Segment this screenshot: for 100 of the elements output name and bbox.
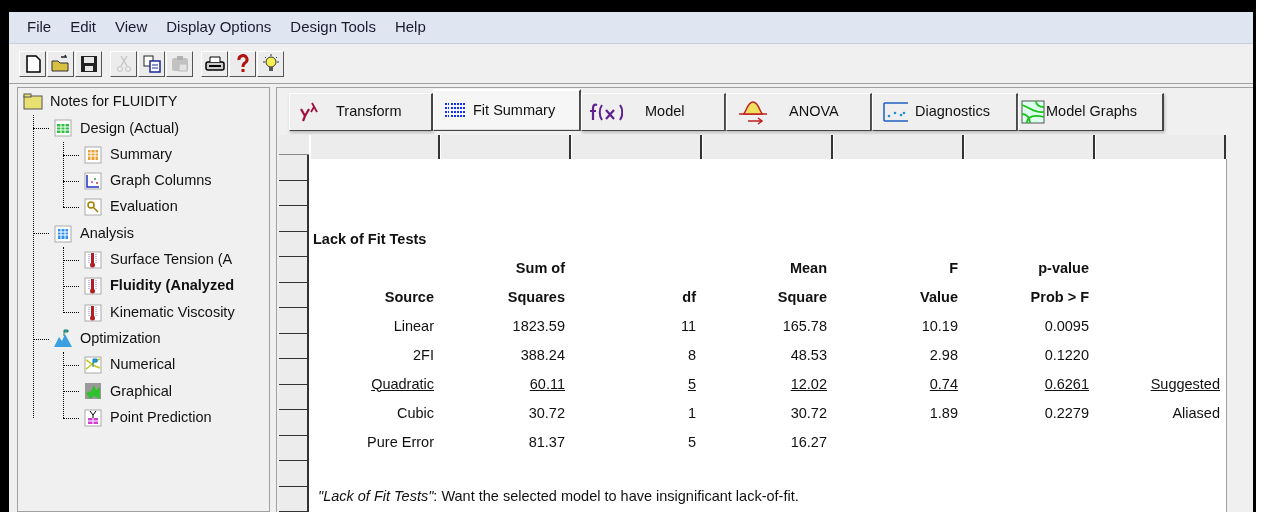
- point-grid-icon: [83, 407, 103, 428]
- tree-item[interactable]: Numerical: [110, 354, 176, 376]
- menu-item[interactable]: Design Tools: [290, 16, 376, 39]
- column-header: Square: [777, 288, 827, 305]
- table-cell: 11: [680, 317, 696, 334]
- menu-item[interactable]: Edit: [70, 16, 97, 39]
- column-header: Sum of: [515, 259, 565, 276]
- row-header: [279, 359, 309, 385]
- clipboard-icon: [169, 53, 190, 74]
- table-cell: 2.98: [929, 346, 958, 363]
- thermometer-icon: [83, 302, 103, 323]
- row-header: [279, 333, 309, 359]
- row-header: [279, 461, 309, 487]
- report-title: Lack of Fit Tests: [312, 230, 428, 249]
- tree-item[interactable]: Notes for FLUIDITY: [50, 91, 178, 113]
- toolbar-button[interactable]: [229, 50, 256, 77]
- row-header: [279, 155, 309, 181]
- tree-item[interactable]: Analysis: [80, 222, 134, 245]
- tree-item[interactable]: Design (Actual): [80, 117, 180, 140]
- table-cell: Pure Error: [367, 433, 434, 450]
- table-cell: 2FI: [413, 346, 434, 363]
- row-header: [279, 308, 309, 334]
- toolbar-button[interactable]: [138, 50, 165, 77]
- table-cell: 0.2279: [1044, 404, 1089, 421]
- tree-item[interactable]: Point Prediction: [110, 406, 212, 429]
- menu-item[interactable]: Help: [394, 16, 426, 39]
- column-header: F: [949, 259, 958, 276]
- table-cell: 81.37: [528, 433, 565, 450]
- row-header: [279, 282, 309, 308]
- row-header: [279, 206, 309, 232]
- table-cell: 1823.59: [512, 317, 565, 334]
- corner-header: [279, 135, 309, 155]
- table-cell: 165.78: [782, 317, 827, 334]
- menu-item[interactable]: Display Options: [166, 16, 272, 39]
- tree-item[interactable]: Optimization: [80, 327, 161, 350]
- footnote: "Lack of Fit Tests": Want the selected model to have insignificant lack-of-fit.: [317, 487, 800, 506]
- tab[interactable]: Model: [581, 93, 726, 131]
- table-cell: 48.53: [790, 346, 827, 363]
- scatter-plot-icon: [83, 171, 103, 192]
- remark: Suggested: [1150, 375, 1220, 392]
- toolbar-button[interactable]: [19, 50, 46, 77]
- toolbar-button[interactable]: [201, 50, 228, 77]
- row-header: [279, 384, 309, 410]
- table-cell: 0.74: [929, 375, 958, 392]
- tree-item[interactable]: Graphical: [110, 380, 173, 403]
- remark: Aliased: [1172, 404, 1220, 421]
- table-cell: 5: [687, 433, 696, 450]
- table-cell: 388.24: [520, 346, 565, 363]
- table-cell: 0.1220: [1044, 346, 1089, 363]
- tree-item[interactable]: Fluidity (Analyzed: [110, 275, 235, 298]
- distribution-curve-icon: [738, 99, 768, 125]
- table-icon: [83, 144, 103, 165]
- tree-item[interactable]: Kinematic Viscosity: [110, 301, 235, 324]
- magnifier-icon: [83, 197, 103, 218]
- table-cell: Cubic: [396, 404, 434, 421]
- row-header: [279, 435, 309, 461]
- column-header: Squares: [507, 288, 565, 305]
- tree-item[interactable]: Evaluation: [110, 196, 178, 219]
- table-cell: 60.11: [529, 375, 565, 392]
- table-cell: 1.89: [929, 404, 958, 421]
- tree-item[interactable]: Summary: [110, 143, 173, 166]
- toolbar-button[interactable]: [75, 50, 102, 77]
- table-cell: 12.02: [790, 375, 827, 392]
- column-header: p-value: [1038, 259, 1089, 276]
- scatter-chart-icon: [883, 101, 909, 123]
- tab[interactable]: Fit Summary: [433, 89, 581, 131]
- table-cell: 30.72: [790, 404, 827, 421]
- column-header: Value: [920, 288, 958, 305]
- table-cell: 0.0095: [1044, 317, 1089, 334]
- column-header: Mean: [789, 259, 827, 276]
- toolbar-button[interactable]: [47, 50, 74, 77]
- row-header: [279, 257, 309, 283]
- folder-icon: [23, 92, 43, 113]
- table-cell: 16.27: [790, 433, 827, 450]
- thermometer-icon: [83, 249, 103, 270]
- folder-icon: [50, 53, 71, 74]
- tab[interactable]: Model Graphs: [1018, 93, 1164, 131]
- tab[interactable]: ANOVA: [726, 93, 872, 131]
- calculator-icon: [53, 223, 73, 244]
- menu-item[interactable]: View: [115, 16, 148, 39]
- table-cell: 30.72: [528, 404, 565, 421]
- menu-item[interactable]: File: [27, 16, 52, 39]
- table-cell: 10.19: [921, 317, 958, 334]
- contour-plot-icon: [1021, 100, 1045, 124]
- thermometer-icon: [83, 276, 103, 297]
- row-header: [279, 410, 309, 436]
- table-icon: [53, 118, 73, 139]
- table-cell: 1: [687, 404, 696, 421]
- tree-item[interactable]: Surface Tension (A: [110, 249, 233, 271]
- table-cell: Quadratic: [371, 375, 434, 392]
- printer-icon: [204, 53, 225, 74]
- light-bulb-icon: [260, 53, 281, 74]
- row-header: [279, 180, 309, 206]
- toolbar-button[interactable]: [257, 50, 284, 77]
- table-cell: Linear: [393, 317, 434, 334]
- tab[interactable]: Diagnostics: [872, 93, 1018, 131]
- tree-item[interactable]: Graph Columns: [110, 170, 212, 192]
- mountain-icon: [53, 328, 73, 349]
- tab[interactable]: Transform: [289, 93, 433, 131]
- column-header: Source: [384, 288, 434, 305]
